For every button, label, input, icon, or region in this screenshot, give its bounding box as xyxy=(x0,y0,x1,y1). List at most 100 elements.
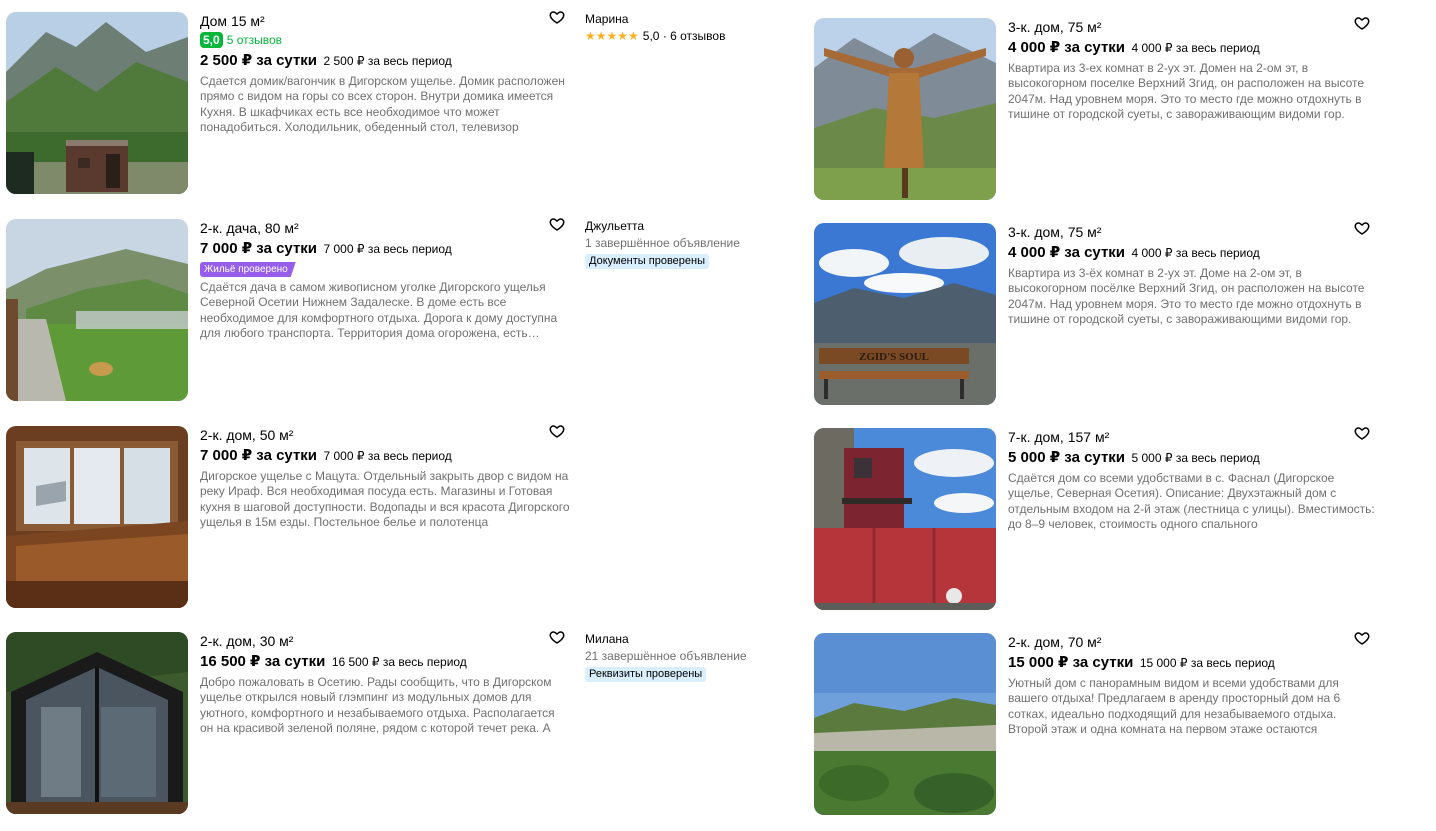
listing-title[interactable]: 3-к. дом, 75 м² xyxy=(1008,18,1378,36)
listing-title[interactable]: 2-к. дом, 50 м² xyxy=(200,426,570,444)
price-per-day: 15 000 ₽ за сутки xyxy=(1008,654,1134,671)
listing-description: Уютный дом с панорамным видом и всеми уд… xyxy=(1008,676,1341,737)
listing-photo[interactable] xyxy=(814,428,996,610)
listing-title[interactable]: 3-к. дом, 75 м² xyxy=(1008,223,1378,241)
seller-name[interactable]: Джульетта xyxy=(585,219,785,234)
listing-card[interactable]: 7-к. дом, 157 м² 5 000 ₽ за сутки 5 000 … xyxy=(814,425,1375,612)
price-row: 4 000 ₽ за сутки 4 000 ₽ за весь период xyxy=(1008,38,1378,58)
seller-rating-value[interactable]: 5,0 · 6 отзывов xyxy=(643,28,726,44)
rating-row: 5,0 5 отзывов xyxy=(200,31,570,49)
price-per-day: 5 000 ₽ за сутки xyxy=(1008,449,1126,466)
listing-card[interactable]: 2-к. дом, 30 м² 16 500 ₽ за сутки 16 500… xyxy=(6,629,576,816)
seller-completed-listings: 21 завершённое объявление xyxy=(585,649,747,663)
seller-verified-badge: Реквизиты проверены xyxy=(585,667,707,682)
price-total: 5 000 ₽ за весь период xyxy=(1131,451,1260,465)
seller-info: Марина ★★★★★ 5,0 · 6 отзывов xyxy=(585,12,785,44)
price-row: 2 500 ₽ за сутки 2 500 ₽ за весь период xyxy=(200,51,570,71)
listing-info: 2-к. дом, 30 м² 16 500 ₽ за сутки 16 500… xyxy=(200,632,570,737)
price-row: 16 500 ₽ за сутки 16 500 ₽ за весь перио… xyxy=(200,652,570,672)
housing-verified-badge: Жильё проверено xyxy=(200,262,296,277)
mountain-valley-cabin-image xyxy=(6,12,188,194)
seller-info: Милана 21 завершённое объявление Реквизи… xyxy=(585,632,785,682)
listing-info: 2-к. дача, 80 м² 7 000 ₽ за сутки 7 000 … xyxy=(200,219,570,342)
zgids-soul-bench-image: ZGID'S SOUL xyxy=(814,223,996,405)
seller-completed-listings: 1 завершённое объявление xyxy=(585,236,740,250)
listing-description: Квартира из 3-ёх комнат в 2-ух эт. Доме … xyxy=(1008,266,1365,327)
seller-name[interactable]: Марина xyxy=(585,12,785,27)
heart-outline-icon xyxy=(1354,17,1370,30)
favorite-button[interactable] xyxy=(549,9,565,25)
listing-info: 7-к. дом, 157 м² 5 000 ₽ за сутки 5 000 … xyxy=(1008,428,1378,533)
price-per-day: 4 000 ₽ за сутки xyxy=(1008,39,1126,56)
listing-description: Добро пожаловать в Осетию. Рады сообщить… xyxy=(200,675,555,736)
heart-outline-icon xyxy=(1354,427,1370,440)
statue-mountains-image xyxy=(814,18,996,200)
price-per-day: 16 500 ₽ за сутки xyxy=(200,653,326,670)
heart-outline-icon xyxy=(549,11,565,24)
listing-photo[interactable] xyxy=(6,12,188,194)
favorite-button[interactable] xyxy=(1354,425,1370,441)
favorite-button[interactable] xyxy=(1354,15,1370,31)
listing-info: 3-к. дом, 75 м² 4 000 ₽ за сутки 4 000 ₽… xyxy=(1008,18,1378,123)
star-rating-icon: ★★★★★ xyxy=(585,29,639,43)
price-row: 7 000 ₽ за сутки 7 000 ₽ за весь период xyxy=(200,446,570,466)
heart-outline-icon xyxy=(549,425,565,438)
heart-outline-icon xyxy=(549,631,565,644)
listing-title[interactable]: 2-к. дом, 30 м² xyxy=(200,632,570,650)
listing-description: Дигорское ущелье с Мацута. Отдельный зак… xyxy=(200,469,570,530)
listing-title[interactable]: Дом 15 м² xyxy=(200,12,570,30)
heart-outline-icon xyxy=(1354,632,1370,645)
listing-photo[interactable] xyxy=(6,219,188,401)
reviews-link[interactable]: 5 отзывов xyxy=(227,32,282,48)
heart-outline-icon xyxy=(549,218,565,231)
listing-info: 2-к. дом, 50 м² 7 000 ₽ за сутки 7 000 ₽… xyxy=(200,426,570,531)
price-total: 7 000 ₽ за весь период xyxy=(323,242,452,256)
listing-photo[interactable] xyxy=(814,18,996,200)
listing-description: Сдается домик/вагончик в Дигорском ущель… xyxy=(200,74,565,135)
price-row: 7 000 ₽ за сутки 7 000 ₽ за весь период xyxy=(200,239,570,259)
price-total: 2 500 ₽ за весь период xyxy=(323,54,452,68)
price-total: 4 000 ₽ за весь период xyxy=(1131,41,1260,55)
price-row: 4 000 ₽ за сутки 4 000 ₽ за весь период xyxy=(1008,243,1378,263)
price-per-day: 2 500 ₽ за сутки xyxy=(200,52,318,69)
favorite-button[interactable] xyxy=(1354,630,1370,646)
listing-title[interactable]: 2-к. дача, 80 м² xyxy=(200,219,570,237)
price-row: 15 000 ₽ за сутки 15 000 ₽ за весь перио… xyxy=(1008,653,1378,673)
listing-photo[interactable]: ZGID'S SOUL xyxy=(814,223,996,405)
seller-info: Джульетта 1 завершённое объявление Докум… xyxy=(585,219,785,269)
seller-verified-badge: Документы проверены xyxy=(585,254,710,269)
listing-card[interactable]: 2-к. дом, 50 м² 7 000 ₽ за сутки 7 000 ₽… xyxy=(6,423,576,610)
bench-sign-text: ZGID'S SOUL xyxy=(859,351,929,363)
listing-card[interactable]: 3-к. дом, 75 м² 4 000 ₽ за сутки 4 000 ₽… xyxy=(814,15,1374,202)
listing-card[interactable]: ZGID'S SOUL 3-к. дом, 75 м² 4 000 ₽ за с… xyxy=(814,220,1374,407)
listing-card[interactable]: Дом 15 м² 5,0 5 отзывов 2 500 ₽ за сутки… xyxy=(6,9,576,196)
seller-rating: ★★★★★ 5,0 · 6 отзывов xyxy=(585,28,785,44)
favorite-button[interactable] xyxy=(549,629,565,645)
favorite-button[interactable] xyxy=(549,423,565,439)
price-per-day: 7 000 ₽ за сутки xyxy=(200,447,318,464)
listing-photo[interactable] xyxy=(6,632,188,814)
seller-name[interactable]: Милана xyxy=(585,632,785,647)
listing-photo[interactable] xyxy=(6,426,188,608)
listing-description: Сдаётся дом со всеми удобствами в с. Фас… xyxy=(1008,471,1375,532)
listing-info: Дом 15 м² 5,0 5 отзывов 2 500 ₽ за сутки… xyxy=(200,12,570,136)
price-row: 5 000 ₽ за сутки 5 000 ₽ за весь период xyxy=(1008,448,1378,468)
heart-outline-icon xyxy=(1354,222,1370,235)
price-total: 7 000 ₽ за весь период xyxy=(323,449,452,463)
listing-info: 3-к. дом, 75 м² 4 000 ₽ за сутки 4 000 ₽… xyxy=(1008,223,1378,328)
listing-photo[interactable] xyxy=(814,633,996,815)
listing-title[interactable]: 7-к. дом, 157 м² xyxy=(1008,428,1378,446)
valley-panorama-image xyxy=(814,633,996,815)
wooden-dining-room-image xyxy=(6,426,188,608)
glamping-a-frame-image xyxy=(6,632,188,814)
listing-card[interactable]: 2-к. дом, 70 м² 15 000 ₽ за сутки 15 000… xyxy=(814,630,1374,817)
price-per-day: 7 000 ₽ за сутки xyxy=(200,240,318,257)
favorite-button[interactable] xyxy=(549,216,565,232)
listing-title[interactable]: 2-к. дом, 70 м² xyxy=(1008,633,1378,651)
favorite-button[interactable] xyxy=(1354,220,1370,236)
rating-badge: 5,0 xyxy=(200,32,223,48)
price-total: 16 500 ₽ за весь период xyxy=(331,655,467,669)
listing-info: 2-к. дом, 70 м² 15 000 ₽ за сутки 15 000… xyxy=(1008,633,1378,738)
listing-description: Квартира из 3-ех комнат в 2-ух эт. Домен… xyxy=(1008,61,1365,122)
listing-card[interactable]: 2-к. дача, 80 м² 7 000 ₽ за сутки 7 000 … xyxy=(6,216,576,403)
